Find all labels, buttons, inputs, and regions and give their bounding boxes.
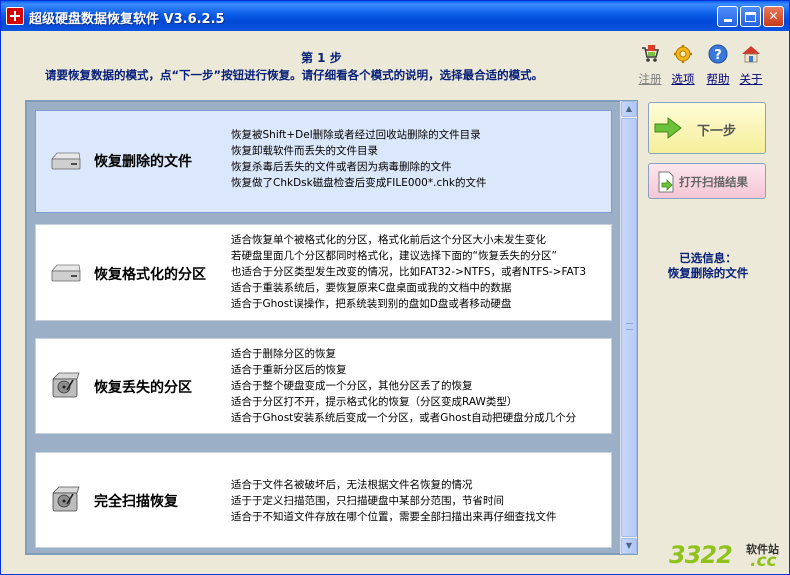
maximize-icon [745,12,756,22]
disk-drive-icon [51,264,81,282]
window-title: 超级硬盘数据恢复软件 V3.6.2.5 [29,12,225,27]
mode-description-line: 适合于文件名被破坏后，无法根据文件名恢复的情况 [231,479,473,491]
register-button[interactable]: 注册 [634,44,666,88]
mode-description-line: 适合于删除分区的恢复 [231,348,336,360]
disk-drive-icon [51,152,81,170]
title-bar[interactable]: 超级硬盘数据恢复软件 V3.6.2.5 ✕ [1,1,789,31]
mode-description-line: 适合于Ghost误操作，把系统装到别的盘如D盘或者移动硬盘 [231,298,512,310]
close-button[interactable]: ✕ [763,6,784,27]
mode-description-line: 适合于整个硬盘变成一个分区，其他分区丢了的恢复 [231,380,473,392]
scroll-thumb[interactable] [621,118,637,537]
mode-description-line: 适合于不知道文件存放在哪个位置，需要全部扫描出来再仔细查找文件 [231,511,557,523]
mode-description-line: 适合于Ghost安装系统后变成一个分区，或者Ghost自动把硬盘分成几个分 [231,412,577,424]
about-button[interactable]: 关于 [735,44,767,88]
help-label: 帮助 [706,72,730,86]
hard-disk-icon [52,486,80,512]
recovery-mode-list: 恢复删除的文件 恢复被Shift+Del删除或者经过回收站删除的文件目录 恢复卸… [25,100,638,555]
mode-title: 恢复删除的文件 [94,154,192,170]
mode-description: 适合恢复单个被格式化的分区，格式化前后这个分区大小未发生变化 若硬盘里面几个分区… [231,232,611,312]
mode-description-line: 恢复卸载软件而丢失的文件目录 [231,145,378,157]
mode-description: 适合于文件名被破坏后，无法根据文件名恢复的情况 适于于定义扫描范围，只扫描硬盘中… [231,477,611,525]
mode-title: 完全扫描恢复 [94,494,178,510]
selected-info-value: 恢复删除的文件 [667,266,749,280]
arrow-right-icon [654,117,682,139]
next-step-label: 下一步 [697,124,737,139]
watermark-number: 3322 [669,541,733,569]
site-watermark: 3322 软件站 .cc [669,541,789,573]
help-button[interactable]: ? 帮助 [702,44,734,88]
minimize-icon [724,19,732,22]
house-icon [742,46,760,63]
minimize-button[interactable] [717,6,738,27]
open-scan-results-button[interactable]: 打开扫描结果 [648,163,766,199]
mode-full-scan-recovery[interactable]: 完全扫描恢复 适合于文件名被破坏后，无法根据文件名恢复的情况 适于于定义扫描范围… [35,452,612,548]
mode-format-recovery[interactable]: 恢复格式化的分区 适合恢复单个被格式化的分区，格式化前后这个分区大小未发生变化 … [35,224,612,321]
mode-description-line: 恢复做了ChkDsk磁盘检查后变成FILE000*.chk的文件 [231,177,487,189]
scroll-up-button[interactable]: ▲ [621,101,637,117]
help-icon: ? [708,44,728,64]
list-scrollbar[interactable]: ▲ ▼ [620,101,637,554]
mode-description-line: 适合恢复单个被格式化的分区，格式化前后这个分区大小未发生变化 [231,234,546,246]
gear-icon [674,45,692,63]
mode-description-line: 也适合于分区类型发生改变的情况，比如FAT32->NTFS，或者NTFS->FA… [231,266,587,278]
options-button[interactable]: 选项 [667,44,699,88]
mode-delete-recovery[interactable]: 恢复删除的文件 恢复被Shift+Del删除或者经过回收站删除的文件目录 恢复卸… [35,110,612,213]
mode-description-line: 适合于重新分区后的恢复 [231,364,347,376]
recovery-mode-list-area: 恢复删除的文件 恢复被Shift+Del删除或者经过回收站删除的文件目录 恢复卸… [27,102,621,553]
app-icon[interactable] [6,7,24,25]
app-window: 超级硬盘数据恢复软件 V3.6.2.5 ✕ 第 1 步 请要恢复数据的模式，点“… [0,0,790,575]
selected-info: 已选信息： 恢复删除的文件 [649,251,767,281]
options-label: 选项 [671,72,695,86]
mode-description-line: 适合于分区打不开，提示格式化的恢复（分区变成RAW类型） [231,396,518,408]
mode-description-line: 适合于重装系统后，要恢复原来C盘桌面或我的文档中的数据 [231,282,512,294]
mode-description-line: 恢复杀毒后丢失的文件或者因为病毒删除的文件 [231,161,452,173]
step-title: 第 1 步 [301,51,342,65]
next-step-button[interactable]: 下一步 [648,102,766,154]
mode-description: 恢复被Shift+Del删除或者经过回收站删除的文件目录 恢复卸载软件而丢失的文… [231,127,611,191]
mode-title: 恢复格式化的分区 [94,267,206,283]
scroll-down-button[interactable]: ▼ [621,538,637,554]
cart-icon [642,45,659,62]
about-label: 关于 [739,72,763,86]
mode-description-line: 若硬盘里面几个分区都同时格式化，建议选择下面的“恢复丢失的分区” [231,250,557,262]
mode-title: 恢复丢失的分区 [94,380,192,396]
svg-text:?: ? [714,48,722,63]
document-arrow-icon [658,171,674,193]
selected-info-label: 已选信息： [679,251,737,265]
maximize-button[interactable] [740,6,761,27]
open-scan-results-label: 打开扫描结果 [679,175,748,189]
register-label: 注册 [638,72,662,86]
mode-description: 适合于删除分区的恢复 适合于重新分区后的恢复 适合于整个硬盘变成一个分区，其他分… [231,346,611,426]
scroll-grip [626,323,633,330]
step-description: 请要恢复数据的模式，点“下一步”按钮进行恢复。请仔细看各个模式的说明，选择最合适… [45,68,544,82]
hard-disk-icon [52,372,80,398]
mode-description-line: 恢复被Shift+Del删除或者经过回收站删除的文件目录 [231,129,481,141]
watermark-tld: .cc [750,551,777,571]
mode-description-line: 适于于定义扫描范围，只扫描硬盘中某部分范围，节省时间 [231,495,504,507]
mode-lost-partition-recovery[interactable]: 恢复丢失的分区 适合于删除分区的恢复 适合于重新分区后的恢复 适合于整个硬盘变成… [35,338,612,434]
